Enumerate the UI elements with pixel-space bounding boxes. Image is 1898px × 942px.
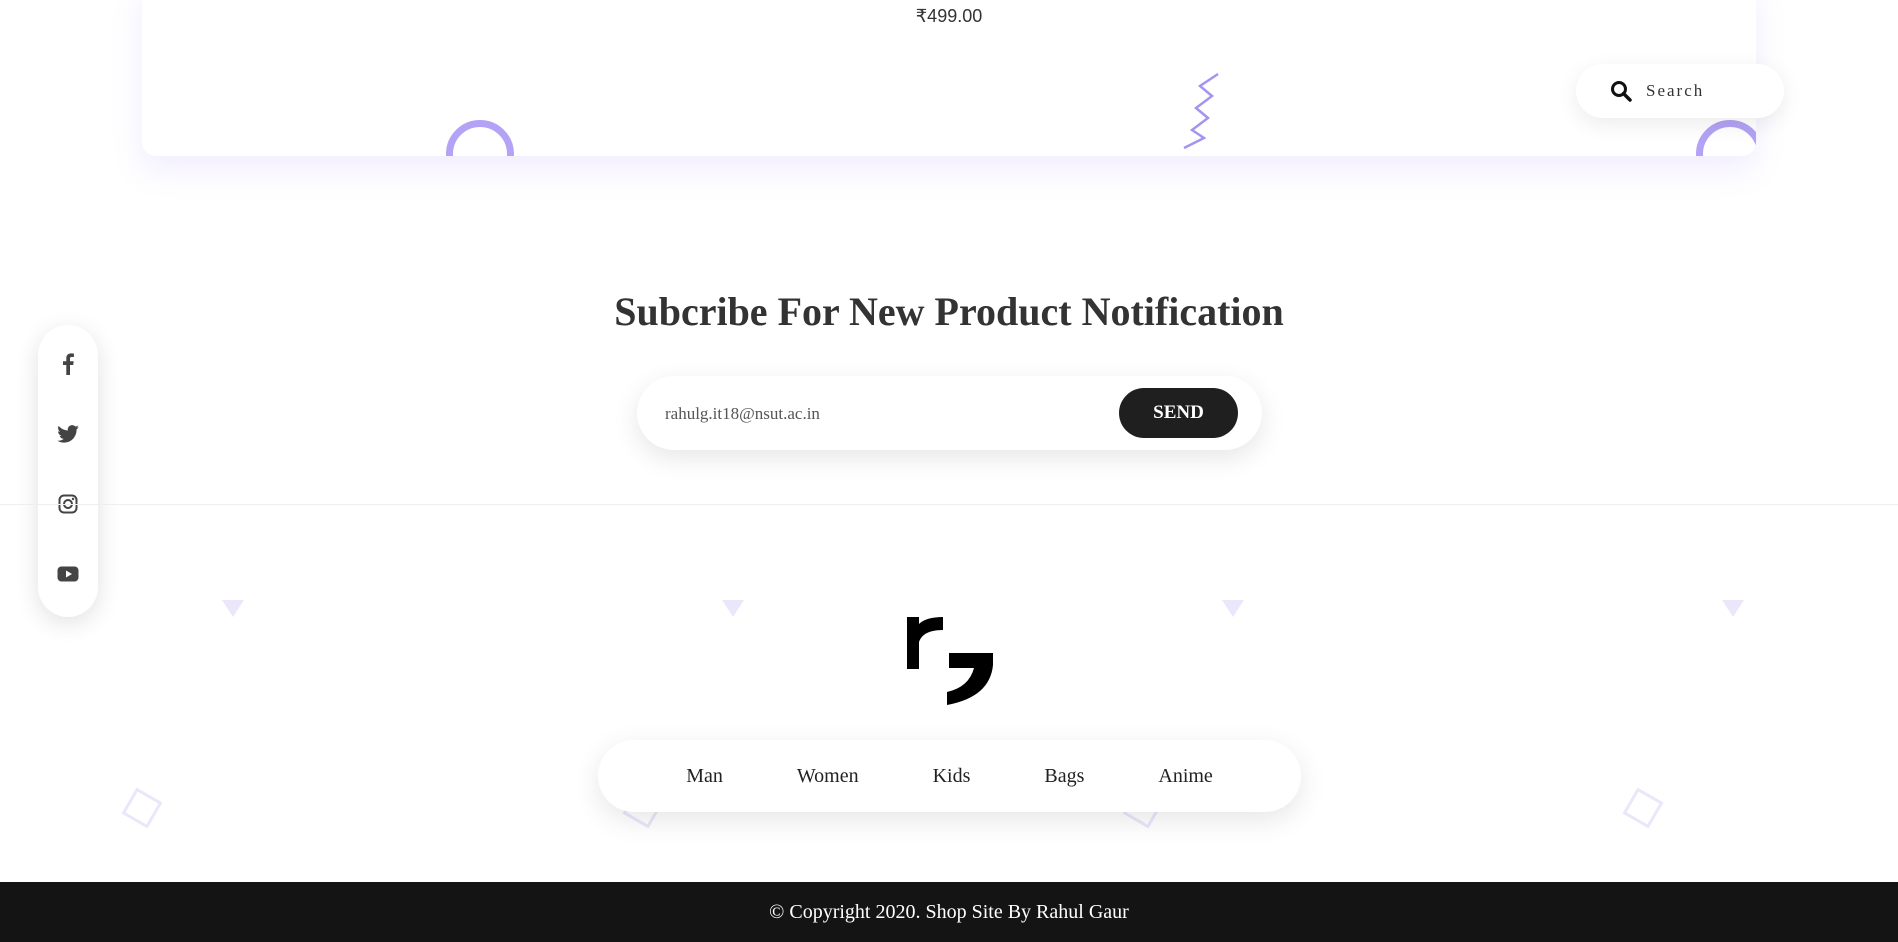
subscribe-title: Subcribe For New Product Notification — [614, 289, 1284, 334]
social-sidebar — [38, 325, 98, 617]
social-link-youtube[interactable] — [38, 558, 98, 594]
footer-nav-women[interactable]: Women — [797, 765, 859, 788]
social-link-facebook[interactable] — [38, 348, 98, 384]
decorative-triangle — [1722, 600, 1744, 617]
section-divider — [0, 504, 1898, 505]
decorative-triangle — [222, 600, 244, 617]
social-link-instagram[interactable] — [38, 488, 98, 524]
footer-nav-man[interactable]: Man — [686, 765, 723, 788]
page: ₹499.00 Search Subcribe For New Product … — [0, 0, 1898, 942]
copyright-text: © Copyright 2020. Shop Site By Rahul Gau… — [769, 900, 1129, 923]
decorative-square — [121, 787, 163, 829]
zigzag-decoration — [1183, 72, 1219, 150]
decorative-arc — [446, 120, 514, 156]
facebook-icon — [61, 352, 75, 380]
decorative-square — [1622, 787, 1664, 829]
product-card[interactable]: ₹499.00 — [142, 0, 1756, 156]
twitter-icon — [57, 424, 79, 448]
social-link-twitter[interactable] — [38, 418, 98, 454]
footer-nav-bags[interactable]: Bags — [1044, 765, 1084, 788]
decorative-arc — [1696, 120, 1756, 156]
search-icon — [1610, 80, 1632, 102]
footer-nav: Man Women Kids Bags Anime — [598, 740, 1301, 812]
youtube-icon — [57, 566, 79, 587]
decorative-triangle — [1222, 600, 1244, 617]
product-price: ₹499.00 — [915, 6, 983, 26]
search-button[interactable]: Search — [1576, 64, 1784, 118]
decorative-triangle — [722, 600, 744, 617]
rg-logo[interactable] — [905, 617, 993, 705]
copyright-bar: © Copyright 2020. Shop Site By Rahul Gau… — [0, 882, 1898, 942]
footer-nav-anime[interactable]: Anime — [1158, 765, 1212, 788]
instagram-icon — [58, 494, 78, 519]
send-button[interactable]: SEND — [1119, 388, 1238, 438]
subscribe-form: SEND — [637, 376, 1262, 450]
search-label: Search — [1646, 81, 1705, 100]
footer-nav-kids[interactable]: Kids — [933, 765, 971, 788]
email-input[interactable] — [663, 395, 1097, 433]
